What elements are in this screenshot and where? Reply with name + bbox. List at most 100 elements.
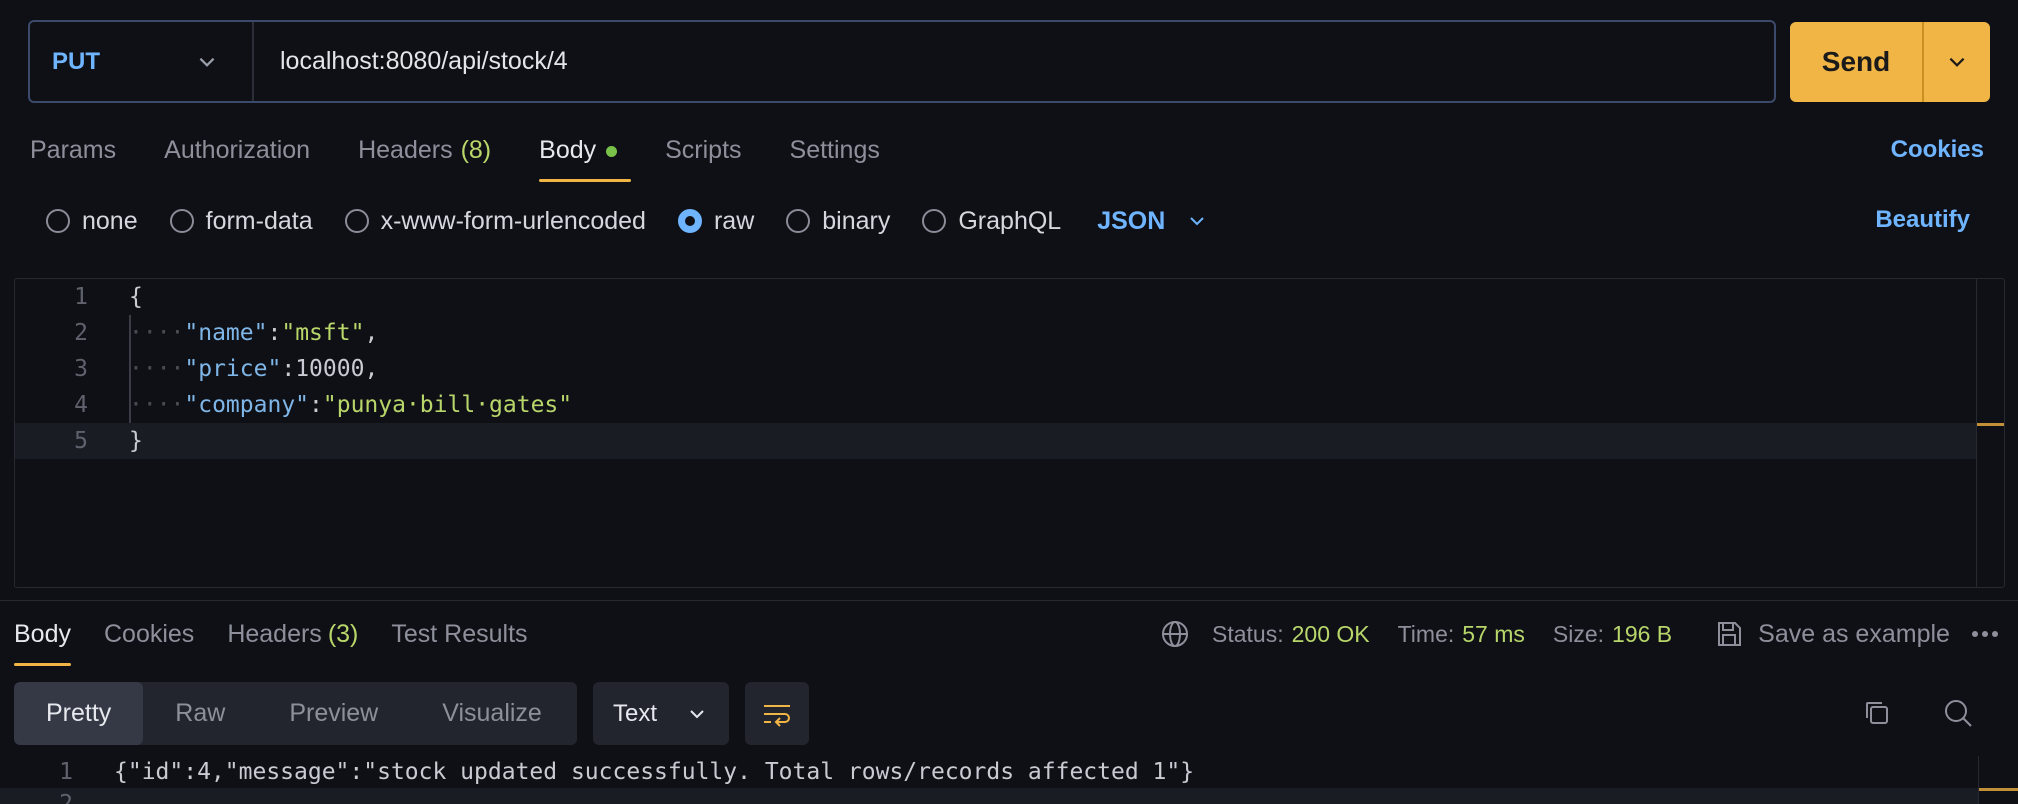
method-select[interactable]: PUT xyxy=(30,22,254,101)
code-line: 1 { xyxy=(15,279,2004,315)
time-label: Time: xyxy=(1397,620,1455,647)
status-value[interactable]: 200 OK xyxy=(1292,621,1370,648)
chevron-down-icon xyxy=(1949,57,1965,67)
send-button-group: Send xyxy=(1790,22,1990,102)
view-mode-preview[interactable]: Preview xyxy=(257,682,410,745)
size-label: Size: xyxy=(1552,620,1605,647)
json-key: "price" xyxy=(184,356,282,382)
tab-label: Settings xyxy=(789,136,880,164)
indent-dots: ···· xyxy=(129,392,185,418)
body-type-binary[interactable]: binary xyxy=(786,207,890,236)
response-tabs: Body Cookies Headers (3) Test Results xyxy=(14,618,561,666)
json-value: "msft" xyxy=(281,320,365,346)
copy-icon[interactable] xyxy=(1861,697,1893,729)
response-scrollbar[interactable] xyxy=(1978,756,2018,804)
line-number: 1 xyxy=(74,284,88,310)
view-mode-visualize[interactable]: Visualize xyxy=(410,682,574,745)
tab-count: (8) xyxy=(460,136,492,164)
json-value: 10000 xyxy=(295,356,365,382)
json-value: "punya·bill·gates" xyxy=(322,392,573,418)
json-key: "name" xyxy=(184,320,268,346)
tab-label: Params xyxy=(30,136,117,164)
url-bar: PUT xyxy=(28,20,1776,103)
tab-label: Cookies xyxy=(103,620,195,648)
url-input[interactable] xyxy=(254,22,1774,101)
tab-settings[interactable]: Settings xyxy=(790,130,880,182)
json-colon: : xyxy=(309,392,323,418)
radio-label: x-www-form-urlencoded xyxy=(380,206,646,235)
cookies-link[interactable]: Cookies xyxy=(1891,136,1984,164)
tab-label: Test Results xyxy=(391,620,528,648)
code-text: } xyxy=(129,428,143,454)
chevron-down-icon xyxy=(690,709,704,718)
tab-authorization[interactable]: Authorization xyxy=(164,130,310,182)
tab-label: Authorization xyxy=(164,136,311,164)
response-text: {"id":4,"message":"stock updated success… xyxy=(114,759,1195,785)
time-value[interactable]: 57 ms xyxy=(1462,621,1525,648)
format-label: Text xyxy=(613,699,658,727)
more-options-icon[interactable] xyxy=(1970,626,2000,642)
modified-dot-icon xyxy=(606,146,618,157)
tab-body[interactable]: Body xyxy=(539,130,632,182)
radio-icon xyxy=(922,209,947,233)
body-type-urlencoded[interactable]: x-www-form-urlencoded xyxy=(344,206,646,236)
view-mode-toggle: Pretty Raw Preview Visualize xyxy=(14,682,577,745)
body-type-none[interactable]: none xyxy=(46,207,138,236)
line-number: 2 xyxy=(74,320,88,346)
wrap-lines-button[interactable] xyxy=(745,682,809,745)
tab-count: (3) xyxy=(327,620,359,648)
radio-label: GraphQL xyxy=(958,206,1062,235)
indent-dots: ···· xyxy=(129,320,185,346)
response-format-select[interactable]: Text xyxy=(593,682,729,745)
body-type-graphql[interactable]: GraphQL xyxy=(922,207,1061,236)
response-meta: Status: 200 OK Time: 57 ms Size: 196 B S… xyxy=(1160,616,1950,652)
json-comma: , xyxy=(364,356,379,382)
body-type-raw[interactable]: raw xyxy=(677,207,754,236)
globe-icon[interactable] xyxy=(1160,619,1190,649)
tab-headers[interactable]: Headers (8) xyxy=(358,130,491,182)
scroll-marker xyxy=(1979,788,2018,791)
scroll-marker xyxy=(1977,423,2004,426)
radio-icon xyxy=(786,209,811,233)
language-label: JSON xyxy=(1097,206,1166,235)
tab-label: Scripts xyxy=(665,136,742,164)
tab-params[interactable]: Params xyxy=(30,130,116,182)
radio-checked-icon xyxy=(677,209,702,233)
tab-label: Headers xyxy=(358,136,453,164)
save-as-example-button[interactable]: Save as example xyxy=(1714,619,1950,649)
radio-label: form-data xyxy=(205,206,313,235)
radio-icon xyxy=(344,209,369,233)
chevron-down-icon xyxy=(199,57,215,67)
save-icon xyxy=(1718,622,1742,646)
request-body-editor[interactable]: 1 { 2 ····"name":"msft", 3 ····"price":1… xyxy=(14,278,2005,588)
code-line: 4 ····"company":"punya·bill·gates" xyxy=(15,387,2004,423)
response-tab-test-results[interactable]: Test Results xyxy=(391,618,527,666)
size-value[interactable]: 196 B xyxy=(1612,621,1672,648)
response-tab-body[interactable]: Body xyxy=(14,618,71,666)
code-line-current: 5 } xyxy=(15,423,1976,459)
response-line: 1 {"id":4,"message":"stock updated succe… xyxy=(0,756,1194,788)
status-label: Status: xyxy=(1212,620,1284,647)
view-mode-pretty[interactable]: Pretty xyxy=(14,682,144,745)
radio-icon xyxy=(46,209,70,233)
response-body-viewer[interactable]: 1 {"id":4,"message":"stock updated succe… xyxy=(0,756,2018,804)
body-type-form-data[interactable]: form-data xyxy=(169,206,313,236)
beautify-button[interactable]: Beautify xyxy=(1875,206,1970,234)
send-button[interactable]: Send xyxy=(1790,22,1924,102)
code-line: 2 ····"name":"msft", xyxy=(15,315,2004,351)
search-icon[interactable] xyxy=(1942,697,1974,729)
line-number: 5 xyxy=(74,428,88,454)
response-tab-cookies[interactable]: Cookies xyxy=(104,618,194,666)
pane-divider[interactable] xyxy=(0,600,2018,601)
json-colon: : xyxy=(281,356,296,382)
response-line: 2 xyxy=(0,788,1978,804)
view-mode-raw[interactable]: Raw xyxy=(143,682,257,745)
chevron-down-icon xyxy=(1190,217,1205,226)
code-text: ····"name":"msft", xyxy=(129,320,378,346)
tab-scripts[interactable]: Scripts xyxy=(665,130,741,182)
send-options-button[interactable] xyxy=(1924,22,1990,102)
response-tab-headers[interactable]: Headers (3) xyxy=(227,618,358,666)
editor-scrollbar[interactable] xyxy=(1976,279,2004,587)
language-select[interactable]: JSON xyxy=(1097,207,1207,236)
json-colon: : xyxy=(267,320,282,346)
